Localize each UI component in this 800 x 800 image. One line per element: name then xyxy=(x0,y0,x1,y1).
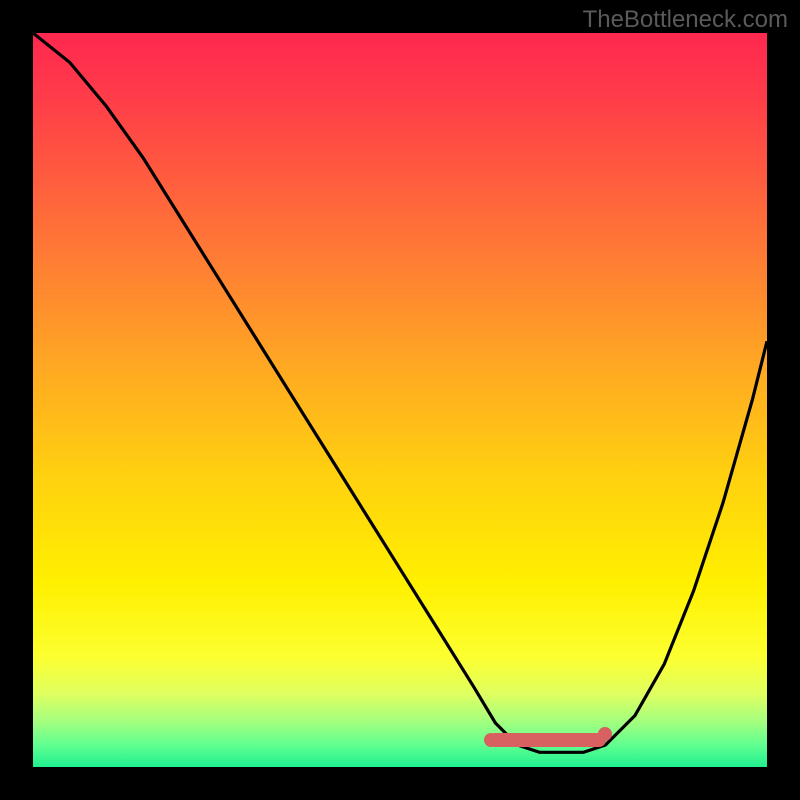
optimal-range-dot-left xyxy=(484,733,498,747)
watermark-text: TheBottleneck.com xyxy=(583,6,788,34)
optimal-range-marker xyxy=(488,733,605,747)
bottleneck-curve xyxy=(33,33,767,767)
plot-area xyxy=(33,33,767,767)
optimal-range-dot-right xyxy=(598,727,612,741)
